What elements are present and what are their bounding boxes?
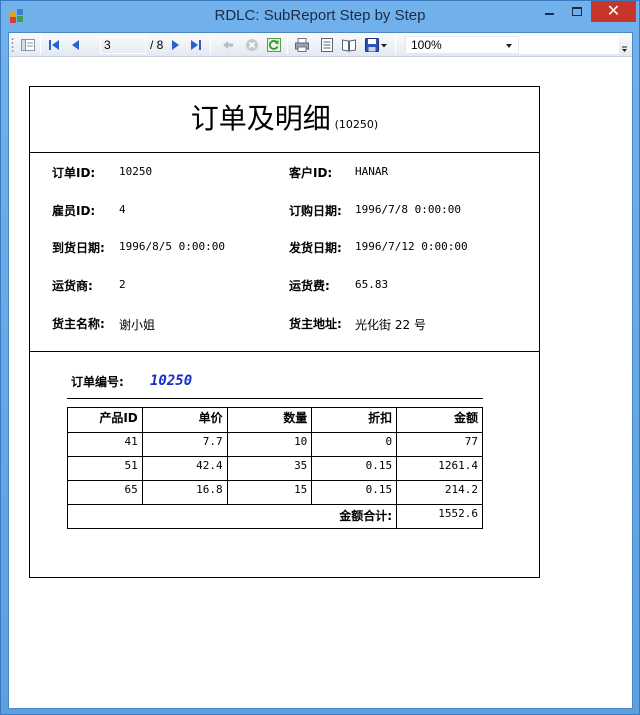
employee-id-label: 雇员ID: bbox=[52, 204, 96, 218]
toolbar-separator bbox=[395, 36, 396, 54]
table-cell: 35 bbox=[226, 456, 313, 481]
page-count-label: / 8 bbox=[150, 38, 164, 52]
last-page-icon[interactable] bbox=[188, 37, 204, 53]
customer-id-label: 客户ID: bbox=[289, 166, 333, 180]
table-total-row: 金额合计: 1552.6 bbox=[66, 504, 483, 529]
document-map-icon[interactable] bbox=[20, 37, 36, 53]
ship-via-label: 运货商: bbox=[52, 279, 93, 293]
report-toolbar: / 8 bbox=[9, 33, 632, 57]
column-header: 数量 bbox=[226, 407, 313, 433]
table-cell: 7.7 bbox=[141, 432, 228, 457]
table-cell: 1261.4 bbox=[396, 456, 483, 481]
table-cell: 51 bbox=[67, 456, 143, 481]
toolbar-separator bbox=[40, 36, 41, 54]
table-cell: 10 bbox=[226, 432, 313, 457]
toolbar-overflow-icon[interactable] bbox=[620, 39, 629, 53]
toolbar-separator bbox=[210, 36, 211, 54]
column-header: 折扣 bbox=[311, 407, 398, 433]
table-header-row: 产品ID 单价 数量 折扣 金额 bbox=[67, 407, 483, 433]
employee-id-value: 4 bbox=[119, 203, 126, 216]
client-area: / 8 bbox=[8, 32, 633, 709]
table-cell: 0 bbox=[311, 432, 398, 457]
stop-icon[interactable] bbox=[244, 37, 260, 53]
report-title: 订单及明细 (10250) bbox=[30, 97, 539, 137]
table-cell: 65 bbox=[67, 480, 143, 505]
report-viewer-window: RDLC: SubReport Step by Step ✕ / 8 bbox=[0, 0, 640, 715]
toolbar-grip[interactable] bbox=[11, 37, 14, 53]
freight-value: 65.83 bbox=[355, 278, 389, 291]
table-row: 41 7.7 10 0 77 bbox=[67, 432, 483, 457]
table-cell: 214.2 bbox=[396, 480, 483, 505]
page-setup-icon[interactable] bbox=[341, 37, 357, 53]
column-header: 单价 bbox=[141, 407, 228, 433]
chevron-down-icon bbox=[506, 44, 512, 48]
subreport-divider bbox=[67, 398, 483, 399]
table-cell: 77 bbox=[396, 432, 483, 457]
maximize-button[interactable] bbox=[563, 1, 591, 22]
freight-label: 运货费: bbox=[289, 279, 330, 293]
shipped-date-label: 发货日期: bbox=[289, 241, 342, 255]
required-date-value: 1996/8/5 0:00:00 bbox=[119, 240, 225, 253]
total-label: 金额合计: bbox=[66, 504, 398, 529]
ship-address-value: 光化街 22 号 bbox=[355, 318, 426, 332]
minimize-button[interactable] bbox=[535, 1, 563, 22]
report-page: 订单及明细 (10250) 订单ID: 10250 雇员ID: 4 到货日期: … bbox=[29, 86, 540, 578]
print-layout-icon[interactable] bbox=[319, 37, 335, 53]
shipped-date-value: 1996/7/12 0:00:00 bbox=[355, 240, 468, 253]
table-cell: 15 bbox=[226, 480, 313, 505]
table-cell: 41 bbox=[67, 432, 143, 457]
ship-via-value: 2 bbox=[119, 278, 126, 291]
ship-name-value: 谢小姐 bbox=[119, 318, 156, 332]
zoom-value: 100% bbox=[411, 38, 442, 52]
customer-id-value: HANAR bbox=[355, 165, 389, 178]
column-header: 金额 bbox=[396, 407, 483, 433]
table-row: 51 42.4 35 0.15 1261.4 bbox=[67, 456, 483, 481]
order-id-value: 10250 bbox=[119, 165, 153, 178]
column-header: 产品ID bbox=[67, 407, 143, 433]
order-detail-table: 产品ID 单价 数量 折扣 金额 41 7.7 10 0 77 51 42.4 … bbox=[66, 407, 483, 529]
next-page-icon[interactable] bbox=[167, 37, 183, 53]
previous-page-icon[interactable] bbox=[68, 37, 84, 53]
order-date-value: 1996/7/8 0:00:00 bbox=[355, 203, 461, 216]
report-canvas[interactable]: 订单及明细 (10250) 订单ID: 10250 雇员ID: 4 到货日期: … bbox=[9, 58, 632, 708]
subreport-order-no-label: 订单编号: bbox=[71, 375, 124, 389]
minimize-icon bbox=[545, 13, 554, 15]
print-icon[interactable] bbox=[294, 37, 310, 53]
first-page-icon[interactable] bbox=[46, 37, 62, 53]
ship-name-label: 货主名称: bbox=[52, 317, 105, 331]
back-icon[interactable] bbox=[220, 37, 236, 53]
current-page-input[interactable] bbox=[100, 36, 146, 54]
table-cell: 16.8 bbox=[141, 480, 228, 505]
subreport-order-no: 10250 bbox=[150, 373, 193, 389]
report-title-order-id: (10250) bbox=[334, 118, 379, 131]
title-bar[interactable]: RDLC: SubReport Step by Step ✕ bbox=[1, 1, 639, 31]
export-dropdown-icon[interactable] bbox=[380, 37, 388, 53]
table-cell: 0.15 bbox=[311, 480, 398, 505]
table-cell: 42.4 bbox=[141, 456, 228, 481]
maximize-icon bbox=[572, 7, 582, 16]
total-value: 1552.6 bbox=[396, 504, 483, 529]
refresh-icon[interactable] bbox=[266, 37, 282, 53]
order-id-label: 订单ID: bbox=[52, 166, 96, 180]
fields-divider bbox=[30, 351, 539, 352]
order-date-label: 订购日期: bbox=[289, 204, 342, 218]
zoom-select[interactable]: 100% bbox=[405, 36, 519, 54]
close-icon: ✕ bbox=[606, 1, 621, 20]
required-date-label: 到货日期: bbox=[52, 241, 105, 255]
toolbar-separator bbox=[287, 36, 288, 54]
export-icon[interactable] bbox=[364, 37, 380, 53]
report-title-text: 订单及明细 bbox=[190, 102, 331, 135]
table-row: 65 16.8 15 0.15 214.2 bbox=[67, 480, 483, 505]
find-text-input[interactable] bbox=[519, 36, 619, 54]
title-divider bbox=[30, 152, 539, 153]
table-cell: 0.15 bbox=[311, 456, 398, 481]
close-button[interactable]: ✕ bbox=[591, 1, 636, 22]
ship-address-label: 货主地址: bbox=[289, 317, 342, 331]
